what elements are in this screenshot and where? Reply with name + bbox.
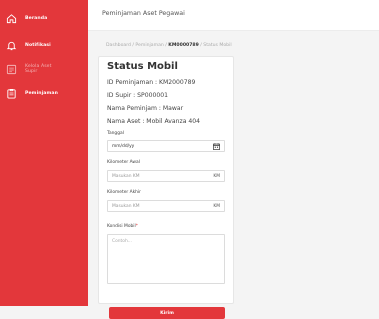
km-akhir-placeholder: Masukan KM [112,204,140,209]
km-akhir-unit: KM [213,204,220,209]
page-title: Peminjaman Aset Pegawai [102,10,185,17]
sidebar-item-kelola-aset-supir[interactable]: Kelola Aset Supir [6,60,84,78]
header-bar: Peminjaman Aset Pegawai [88,0,379,31]
sidebar-item-label: Peminjaman [25,90,58,96]
km-awal-unit: KM [213,174,220,179]
bell-icon [6,40,17,51]
sidebar-item-label: Kelola Aset Supir [25,63,52,75]
kirim-button[interactable]: Kirim [109,307,225,319]
km-akhir-input[interactable]: Masukan KM KM [107,200,225,212]
sidebar-item-label: Beranda [25,15,48,21]
breadcrumb: Dashboard / Peminjaman / KM0000789 / Sta… [106,43,232,48]
clipboard-icon [6,88,17,99]
kondisi-mobil-label-text: Kondisi Mobil [107,224,136,229]
breadcrumb-dashboard[interactable]: Dashboard [106,43,131,48]
card-title: Status Mobil [107,61,178,72]
id-supir-text: ID Supir : SP000001 [107,92,168,99]
id-peminjaman-text: ID Peminjaman : KM2000789 [107,79,196,86]
breadcrumb-peminjaman[interactable]: Peminjaman [135,43,163,48]
required-marker: * [135,224,138,229]
km-awal-placeholder: Masukan KM [112,174,140,179]
kondisi-mobil-textarea[interactable]: Contoh... [107,234,225,284]
breadcrumb-id[interactable]: KM0000789 [168,43,199,48]
sidebar-item-peminjaman[interactable]: Peminjaman [6,84,84,102]
status-mobil-card: Status Mobil ID Peminjaman : KM2000789 I… [98,56,234,319]
kondisi-mobil-label: Kondisi Mobil* [107,224,138,229]
calendar-icon[interactable] [213,143,220,150]
tanggal-input[interactable]: mm/dd/yy [107,140,225,152]
nama-aset-text: Nama Aset : Mobil Avanza 404 [107,118,201,125]
breadcrumb-current: Status Mobil [203,43,232,48]
sidebar-item-notifikasi[interactable]: Notifikasi [6,36,84,54]
km-awal-label: Kilometer Awal [107,160,140,165]
km-awal-input[interactable]: Masukan KM KM [107,170,225,182]
kondisi-mobil-placeholder: Contoh... [112,239,132,244]
sidebar-item-beranda[interactable]: Beranda [6,9,84,27]
km-akhir-label: Kilometer Akhir [107,190,141,195]
list-icon [6,64,17,75]
tanggal-value: mm/dd/yy [112,144,135,149]
nama-peminjam-text: Nama Peminjam : Mawar [107,105,184,112]
home-icon [6,13,17,24]
tanggal-label: Tanggal [107,131,124,136]
sidebar: Beranda Notifikasi Kelola Aset Supir Pem… [0,0,88,306]
sidebar-item-label: Notifikasi [25,42,51,48]
